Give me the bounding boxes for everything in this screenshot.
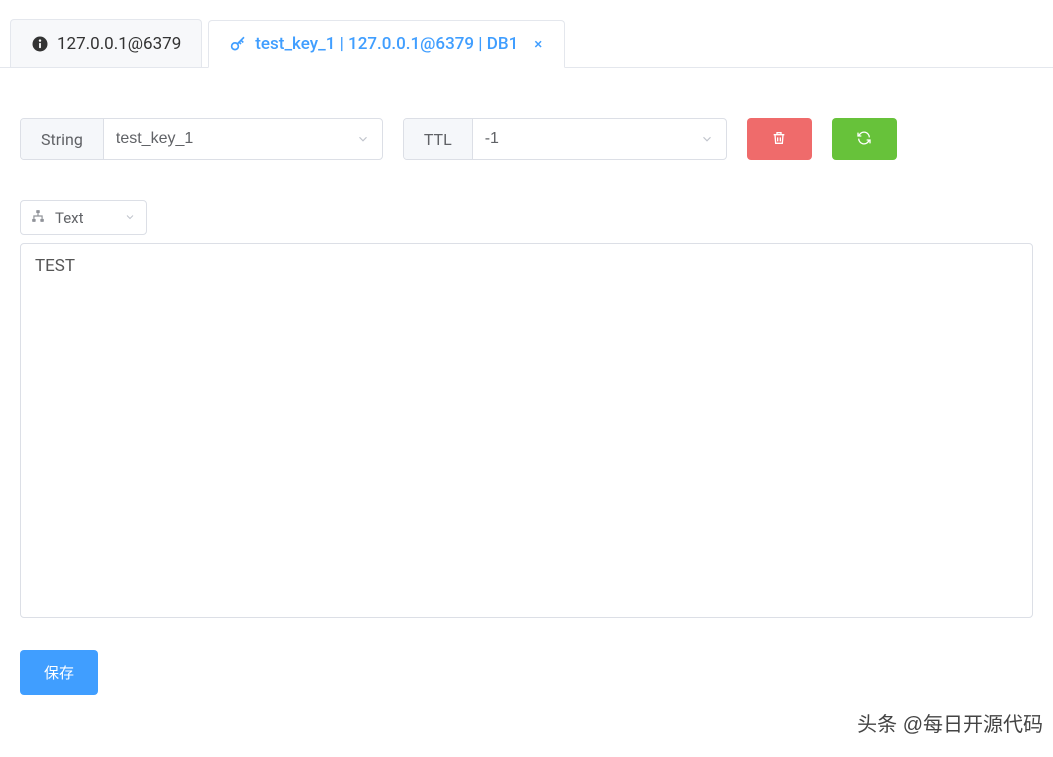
value-textarea[interactable] — [20, 243, 1033, 618]
tab-key[interactable]: test_key_1 | 127.0.0.1@6379 | DB1 × — [208, 20, 565, 68]
save-button[interactable]: 保存 — [20, 650, 98, 695]
ttl-group: TTL — [403, 118, 727, 160]
ttl-input[interactable] — [473, 119, 688, 159]
tab-label: test_key_1 | 127.0.0.1@6379 | DB1 — [255, 34, 518, 54]
tab-connection[interactable]: 127.0.0.1@6379 — [10, 19, 202, 67]
key-type-label: String — [21, 119, 104, 159]
trash-icon — [771, 130, 787, 149]
key-name-input[interactable] — [104, 119, 344, 159]
refresh-icon — [856, 130, 872, 149]
chevron-down-icon — [124, 209, 136, 227]
watermark-text: 头条 @每日开源代码 — [857, 708, 1043, 737]
view-mode-selector[interactable]: Text — [20, 200, 147, 235]
tab-label: 127.0.0.1@6379 — [57, 34, 181, 54]
info-icon — [31, 35, 49, 53]
tree-icon — [31, 209, 45, 227]
delete-button[interactable] — [747, 118, 812, 160]
key-name-group: String — [20, 118, 383, 160]
chevron-down-icon[interactable] — [344, 119, 382, 159]
chevron-down-icon[interactable] — [688, 119, 726, 159]
close-icon[interactable]: × — [532, 35, 544, 53]
key-icon — [229, 35, 247, 53]
refresh-button[interactable] — [832, 118, 897, 160]
ttl-label: TTL — [404, 119, 473, 159]
tab-bar: 127.0.0.1@6379 test_key_1 | 127.0.0.1@63… — [0, 0, 1053, 68]
view-mode-label: Text — [55, 209, 84, 227]
